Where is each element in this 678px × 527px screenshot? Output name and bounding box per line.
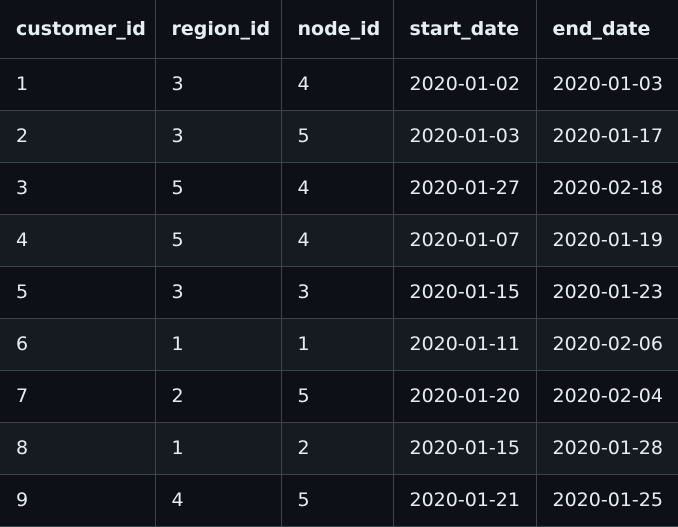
column-header-node-id: node_id [280, 0, 394, 59]
cell-region-id: 1 [154, 317, 282, 371]
table-header: customer_id region_id node_id start_date… [0, 0, 678, 59]
table-row: 8 1 2 2020-01-15 2020-01-28 [0, 421, 678, 475]
cell-customer-id: 4 [0, 213, 156, 267]
cell-start-date: 2020-01-15 [392, 421, 537, 475]
cell-region-id: 5 [154, 161, 282, 215]
cell-region-id: 1 [154, 421, 282, 475]
cell-start-date: 2020-01-07 [392, 213, 537, 267]
cell-region-id: 4 [154, 473, 282, 527]
table-row: 7 2 5 2020-01-20 2020-02-04 [0, 369, 678, 423]
cell-region-id: 5 [154, 213, 282, 267]
cell-end-date: 2020-01-28 [535, 421, 678, 475]
table-row: 1 3 4 2020-01-02 2020-01-03 [0, 57, 678, 111]
cell-node-id: 2 [280, 421, 394, 475]
cell-customer-id: 2 [0, 109, 156, 163]
table-row: 2 3 5 2020-01-03 2020-01-17 [0, 109, 678, 163]
cell-node-id: 4 [280, 161, 394, 215]
cell-end-date: 2020-01-17 [535, 109, 678, 163]
cell-region-id: 3 [154, 109, 282, 163]
header-row: customer_id region_id node_id start_date… [0, 0, 678, 59]
cell-node-id: 1 [280, 317, 394, 371]
cell-customer-id: 5 [0, 265, 156, 319]
cell-start-date: 2020-01-21 [392, 473, 537, 527]
table-row: 3 5 4 2020-01-27 2020-02-18 [0, 161, 678, 215]
cell-node-id: 5 [280, 473, 394, 527]
column-header-start-date: start_date [392, 0, 537, 59]
cell-start-date: 2020-01-27 [392, 161, 537, 215]
cell-region-id: 3 [154, 57, 282, 111]
cell-region-id: 3 [154, 265, 282, 319]
cell-customer-id: 3 [0, 161, 156, 215]
cell-start-date: 2020-01-02 [392, 57, 537, 111]
table-row: 9 4 5 2020-01-21 2020-01-25 [0, 473, 678, 527]
cell-start-date: 2020-01-03 [392, 109, 537, 163]
cell-node-id: 4 [280, 57, 394, 111]
column-header-region-id: region_id [154, 0, 282, 59]
cell-node-id: 3 [280, 265, 394, 319]
cell-customer-id: 9 [0, 473, 156, 527]
table-row: 4 5 4 2020-01-07 2020-01-19 [0, 213, 678, 267]
cell-end-date: 2020-01-19 [535, 213, 678, 267]
table-row: 6 1 1 2020-01-11 2020-02-06 [0, 317, 678, 371]
cell-end-date: 2020-02-06 [535, 317, 678, 371]
column-header-customer-id: customer_id [0, 0, 156, 59]
cell-region-id: 2 [154, 369, 282, 423]
cell-node-id: 5 [280, 109, 394, 163]
column-header-end-date: end_date [535, 0, 678, 59]
cell-start-date: 2020-01-15 [392, 265, 537, 319]
cell-end-date: 2020-01-23 [535, 265, 678, 319]
cell-start-date: 2020-01-11 [392, 317, 537, 371]
cell-customer-id: 7 [0, 369, 156, 423]
table-body: 1 3 4 2020-01-02 2020-01-03 2 3 5 2020-0… [0, 57, 678, 527]
cell-customer-id: 6 [0, 317, 156, 371]
cell-customer-id: 1 [0, 57, 156, 111]
cell-end-date: 2020-02-18 [535, 161, 678, 215]
cell-node-id: 5 [280, 369, 394, 423]
cell-end-date: 2020-02-04 [535, 369, 678, 423]
cell-node-id: 4 [280, 213, 394, 267]
cell-customer-id: 8 [0, 421, 156, 475]
cell-end-date: 2020-01-25 [535, 473, 678, 527]
cell-end-date: 2020-01-03 [535, 57, 678, 111]
cell-start-date: 2020-01-20 [392, 369, 537, 423]
customer-nodes-table: customer_id region_id node_id start_date… [0, 0, 678, 527]
table-row: 5 3 3 2020-01-15 2020-01-23 [0, 265, 678, 319]
